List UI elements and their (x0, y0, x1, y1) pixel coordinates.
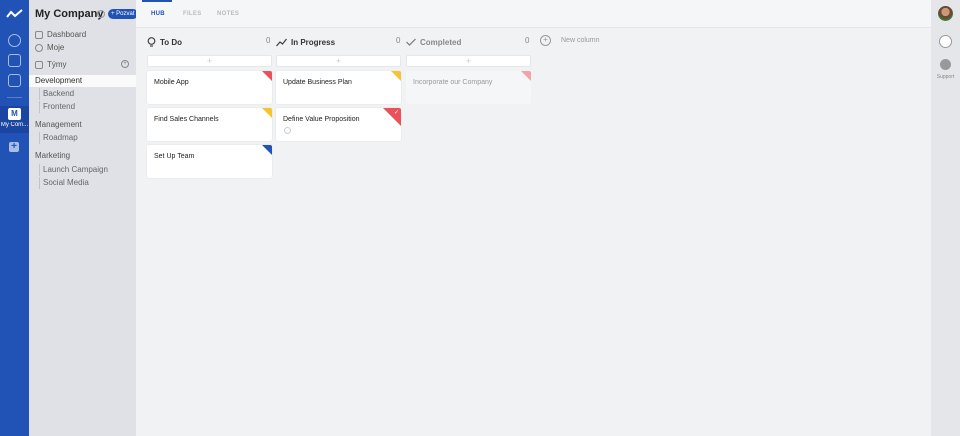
task-card[interactable]: Find Sales Channels (147, 108, 272, 141)
task-card[interactable]: Define Value Proposition ✓ (276, 108, 401, 141)
card-title: Set Up Team (154, 153, 195, 160)
column-header-completed[interactable]: Completed (406, 36, 461, 48)
sidebar-item-mine[interactable]: Moje (35, 43, 64, 52)
card-title: Find Sales Channels (154, 116, 219, 123)
company-name[interactable]: My Company (35, 8, 103, 20)
chat-icon[interactable] (939, 35, 952, 48)
app-logo-icon[interactable] (6, 7, 23, 21)
sidebar-section-development[interactable]: Development (29, 75, 136, 87)
priority-flag (262, 108, 272, 118)
sidebar-item-launch-campaign[interactable]: Launch Campaign (39, 164, 108, 176)
task-card[interactable]: Update Business Plan (276, 71, 401, 104)
column-header-todo[interactable]: To Do (147, 36, 182, 48)
document-icon[interactable] (8, 74, 21, 87)
sidebar-item-label: Týmy (47, 60, 67, 69)
column-count: 0 (266, 36, 271, 45)
add-card-button[interactable]: + (276, 55, 401, 67)
sidebar-item-dashboard[interactable]: Dashboard (35, 30, 86, 39)
new-column-label: New column (561, 37, 600, 44)
sidebar-item-label: Moje (47, 43, 65, 52)
sidebar-item-teams[interactable]: Týmy (35, 60, 67, 69)
card-title: Define Value Proposition (283, 116, 360, 123)
check-icon (406, 38, 416, 46)
sidebar-item-social-media[interactable]: Social Media (39, 177, 89, 189)
workspace-avatar[interactable]: M (8, 108, 21, 120)
sidebar-item-frontend[interactable]: Frontend (39, 101, 75, 113)
sidebar-section-management[interactable]: Management (29, 119, 136, 131)
active-tab-indicator (142, 0, 172, 2)
column-header-in-progress[interactable]: In Progress (276, 36, 335, 48)
rail-divider (7, 97, 22, 98)
column-count: 0 (396, 36, 401, 45)
task-card[interactable]: Set Up Team (147, 145, 272, 178)
sidebar: My Company + Pozvat Dashboard Moje Týmy … (29, 0, 138, 436)
new-column-button[interactable]: + New column (540, 35, 600, 46)
sidebar-item-backend[interactable]: Backend (39, 88, 74, 100)
task-card[interactable]: Mobile App (147, 71, 272, 104)
column-title: Completed (420, 37, 462, 47)
column-count: 0 (525, 36, 530, 45)
app-rail: M My Com... + (0, 0, 29, 436)
add-card-button[interactable]: + (406, 55, 531, 67)
invite-button[interactable]: + Pozvat (108, 9, 138, 19)
card-title: Update Business Plan (283, 79, 352, 86)
gear-icon[interactable] (97, 10, 105, 18)
assignee-icon[interactable] (284, 127, 291, 134)
lightbulb-icon (147, 36, 156, 47)
dashboard-icon (35, 30, 43, 39)
board-area: HUB FILES NOTES To Do 0 + Mobile App Fin… (136, 0, 931, 436)
priority-flag (391, 71, 401, 81)
add-card-button[interactable]: + (147, 55, 272, 67)
support-label[interactable]: Support (931, 74, 960, 80)
calendar-icon[interactable] (8, 54, 21, 67)
add-team-icon[interactable]: + (121, 60, 129, 68)
sidebar-item-label: Dashboard (47, 30, 87, 39)
user-avatar[interactable] (938, 6, 953, 21)
priority-flag (262, 71, 272, 81)
tab-hub[interactable]: HUB (151, 11, 165, 17)
priority-flag (521, 71, 531, 81)
workspace-short-label: My Com... (0, 122, 29, 128)
priority-flag (262, 145, 272, 155)
globe-icon[interactable] (8, 34, 21, 47)
support-icon[interactable] (940, 59, 951, 70)
card-title: Mobile App (154, 79, 189, 86)
teams-icon (35, 60, 43, 69)
sidebar-item-roadmap[interactable]: Roadmap (39, 132, 78, 144)
add-workspace-icon[interactable]: + (9, 142, 19, 152)
tab-files[interactable]: FILES (183, 11, 202, 17)
card-title: Incorporate our Company (413, 79, 493, 86)
column-title: In Progress (291, 37, 336, 47)
checkmark-icon: ✓ (393, 110, 399, 116)
sidebar-section-marketing[interactable]: Marketing (29, 150, 136, 162)
tab-bar: HUB FILES NOTES (136, 0, 931, 28)
column-title: To Do (160, 37, 183, 47)
tab-notes[interactable]: NOTES (217, 11, 239, 17)
right-rail: Support (931, 0, 960, 436)
person-icon (35, 43, 43, 52)
trend-icon (276, 38, 287, 46)
task-card[interactable]: Incorporate our Company (406, 71, 531, 104)
plus-circle-icon: + (540, 35, 551, 46)
